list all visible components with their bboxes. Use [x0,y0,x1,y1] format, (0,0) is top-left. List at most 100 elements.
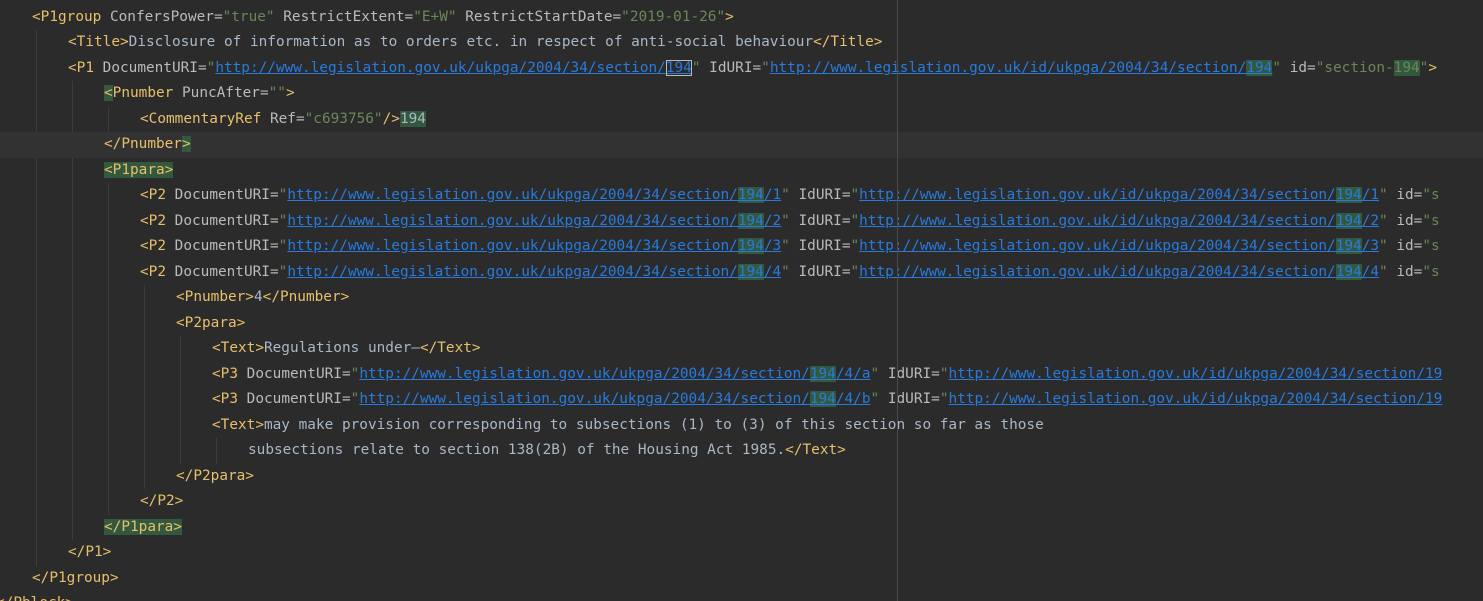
code-line[interactable]: <P1 DocumentURI="http://www.legislation.… [68,56,1437,82]
code-line[interactable]: </P1para> [104,515,182,541]
xml-url-highlight[interactable]: 194 [737,238,764,254]
xml-url[interactable]: http://www.legislation.gov.uk/id/ukpga/2… [770,60,1247,76]
xml-attribute: RestrictExtent= [274,8,414,25]
xml-url[interactable]: http://www.legislation.gov.uk/ukpga/2004… [287,187,738,203]
xml-url-highlight[interactable]: 194 [809,365,836,382]
xml-attribute: IdURI= [789,187,851,203]
code-line[interactable]: </Pblock> [0,591,74,601]
xml-url[interactable]: http://www.legislation.gov.uk/id/ukpga/2… [949,391,1443,407]
xml-url[interactable]: /1 [764,187,781,203]
xml-text: 4 [253,289,263,305]
xml-attribute: DocumentURI= [238,391,351,407]
xml-url-highlight[interactable]: 194 [665,59,692,76]
xml-url[interactable]: http://www.legislation.gov.uk/ukpga/2004… [359,366,810,382]
xml-value: " [350,365,360,382]
xml-value: " [206,59,216,76]
xml-url-highlight[interactable]: 194 [737,263,764,280]
code-line[interactable]: <P2para> [176,311,245,337]
xml-url-highlight[interactable]: 194 [737,187,764,203]
xml-tag: <P1group [32,8,102,25]
xml-tag: </P1group> [32,569,119,586]
xml-url-highlight[interactable]: 194 [1246,59,1273,76]
xml-attribute: IdURI= [700,59,762,76]
xml-text: Disclosure of information as to orders e… [128,34,814,50]
xml-url[interactable]: /4 [764,264,781,280]
xml-tag: </Title> [813,34,883,50]
code-line[interactable]: </P1group> [32,566,119,592]
xml-url[interactable]: http://www.legislation.gov.uk/ukpga/2004… [215,60,666,76]
code-line[interactable]: <P2 DocumentURI="http://www.legislation.… [140,209,1440,235]
code-line[interactable]: <CommentaryRef Ref="c693756"/>194 [140,107,426,133]
xml-value: " [278,212,288,229]
code-line[interactable]: <Pnumber PuncAfter=""> [104,81,295,107]
xml-url[interactable]: http://www.legislation.gov.uk/id/ukpga/2… [859,238,1336,254]
code-line[interactable]: <P1group ConfersPower="true" RestrictExt… [32,5,734,31]
indent-guide [108,183,109,515]
xml-value: " [939,391,949,407]
xml-tag: <P1 [68,59,94,76]
xml-url[interactable]: /4/b [836,391,871,407]
code-line-current[interactable]: </Pnumber> [0,132,1483,158]
xml-url[interactable]: /4 [1362,264,1379,280]
xml-attribute: IdURI= [789,263,851,280]
code-line[interactable]: </P1> [68,540,111,566]
code-line[interactable]: <Title>Disclosure of information as to o… [68,30,882,56]
xml-value: " [781,238,790,254]
xml-value: " [278,187,288,203]
xml-url[interactable]: /3 [764,238,781,254]
xml-tag: Pnumber [112,85,174,101]
xml-url[interactable]: http://www.legislation.gov.uk/ukpga/2004… [287,213,738,229]
xml-text: subsections relate to section 138(2B) of… [248,442,786,458]
xml-url-highlight[interactable]: 194 [1335,187,1362,203]
xml-tag-highlight: < [104,85,113,101]
xml-attribute: IdURI= [789,238,851,254]
xml-url-highlight[interactable]: 194 [1335,263,1362,280]
xml-value: " [850,263,860,280]
xml-tag: </P1> [68,544,112,560]
xml-tag-highlight: <P1para> [104,161,174,178]
code-line[interactable]: </P2para> [176,464,254,490]
xml-attribute: DocumentURI= [166,212,279,229]
xml-url-highlight[interactable]: 194 [737,212,764,229]
xml-url[interactable]: http://www.legislation.gov.uk/id/ukpga/2… [859,187,1336,203]
xml-url[interactable]: /4/a [836,366,871,382]
xml-attribute: IdURI= [879,365,940,382]
xml-url[interactable]: /3 [1362,238,1379,254]
xml-tag-highlight: </P1para> [104,518,182,535]
code-line[interactable]: <Text>Regulations under—</Text> [212,336,481,362]
xml-value: " [761,59,770,76]
code-line[interactable]: <Text>may make provision corresponding t… [212,413,1044,439]
code-line[interactable]: </P2> [140,489,183,515]
code-line[interactable]: <Pnumber>4</Pnumber> [176,285,349,311]
xml-tag: </P2> [140,493,184,509]
xml-tag: <P2 [140,187,166,203]
indent-guide [108,106,109,132]
code-editor[interactable]: <P1group ConfersPower="true" RestrictExt… [0,0,1483,601]
xml-url[interactable]: /2 [764,213,781,229]
xml-url[interactable]: http://www.legislation.gov.uk/ukpga/2004… [287,264,738,280]
xml-url[interactable]: /2 [1362,213,1379,229]
xml-text-highlight: 194 [399,110,426,127]
code-line[interactable]: <P1para> [104,158,174,184]
code-line[interactable]: <P3 DocumentURI="http://www.legislation.… [212,387,1442,413]
xml-tag: <Text> [212,340,264,356]
xml-url[interactable]: http://www.legislation.gov.uk/ukpga/2004… [287,238,738,254]
xml-url-highlight[interactable]: 194 [809,391,836,407]
xml-attribute: RestrictStartDate= [456,8,622,25]
xml-url-highlight[interactable]: 194 [1335,212,1362,229]
xml-url-highlight[interactable]: 194 [1335,238,1362,254]
code-line[interactable]: <P2 DocumentURI="http://www.legislation.… [140,234,1440,260]
code-line[interactable]: <P2 DocumentURI="http://www.legislation.… [140,183,1440,209]
xml-url[interactable]: /1 [1362,187,1379,203]
xml-attribute: PuncAfter= [173,85,269,101]
xml-url[interactable]: http://www.legislation.gov.uk/ukpga/2004… [359,391,810,407]
code-line[interactable]: <P2 DocumentURI="http://www.legislation.… [140,260,1440,286]
xml-value: "section- [1315,59,1394,76]
code-line[interactable]: subsections relate to section 138(2B) of… [248,438,846,464]
xml-url[interactable]: http://www.legislation.gov.uk/id/ukpga/2… [949,366,1443,382]
xml-url[interactable]: http://www.legislation.gov.uk/id/ukpga/2… [859,264,1336,280]
xml-attribute: id= [1387,238,1423,254]
code-line[interactable]: <P3 DocumentURI="http://www.legislation.… [212,362,1442,388]
xml-tag: <Title> [68,34,129,50]
xml-url[interactable]: http://www.legislation.gov.uk/id/ukpga/2… [859,213,1336,229]
